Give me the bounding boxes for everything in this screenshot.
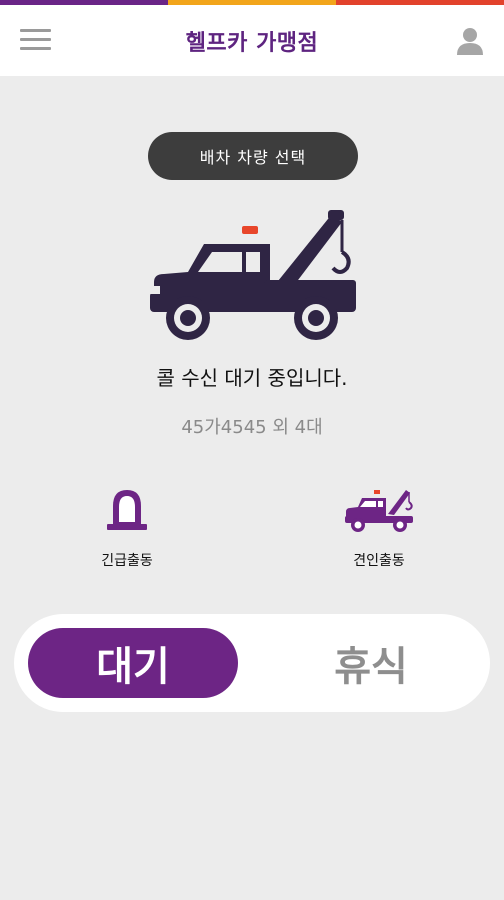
vehicle-count-info: 45가4545 외 4대 <box>181 417 323 438</box>
page-title: 헬프카 가맹점 <box>185 30 319 56</box>
tow-dispatch-button[interactable]: 견인출동 <box>319 486 439 570</box>
siren-icon <box>67 486 187 538</box>
user-profile-icon[interactable] <box>454 25 486 57</box>
mode-toggle: 대기 휴식 <box>14 614 490 712</box>
tow-truck-icon <box>146 206 360 342</box>
call-wait-status: 콜 수신 대기 중입니다. <box>156 366 348 390</box>
hamburger-menu-icon[interactable] <box>20 29 51 51</box>
tow-truck-small-icon <box>319 486 439 538</box>
app-header: 헬프카 가맹점 <box>0 5 504 76</box>
tow-dispatch-label: 견인출동 <box>353 553 405 569</box>
rest-mode-button[interactable]: 휴식 <box>266 628 476 698</box>
emergency-dispatch-label: 긴급출동 <box>101 553 153 569</box>
standby-mode-button[interactable]: 대기 <box>28 628 238 698</box>
vehicle-select-button[interactable]: 배차 차량 선택 <box>148 132 358 180</box>
emergency-dispatch-button[interactable]: 긴급출동 <box>67 486 187 570</box>
